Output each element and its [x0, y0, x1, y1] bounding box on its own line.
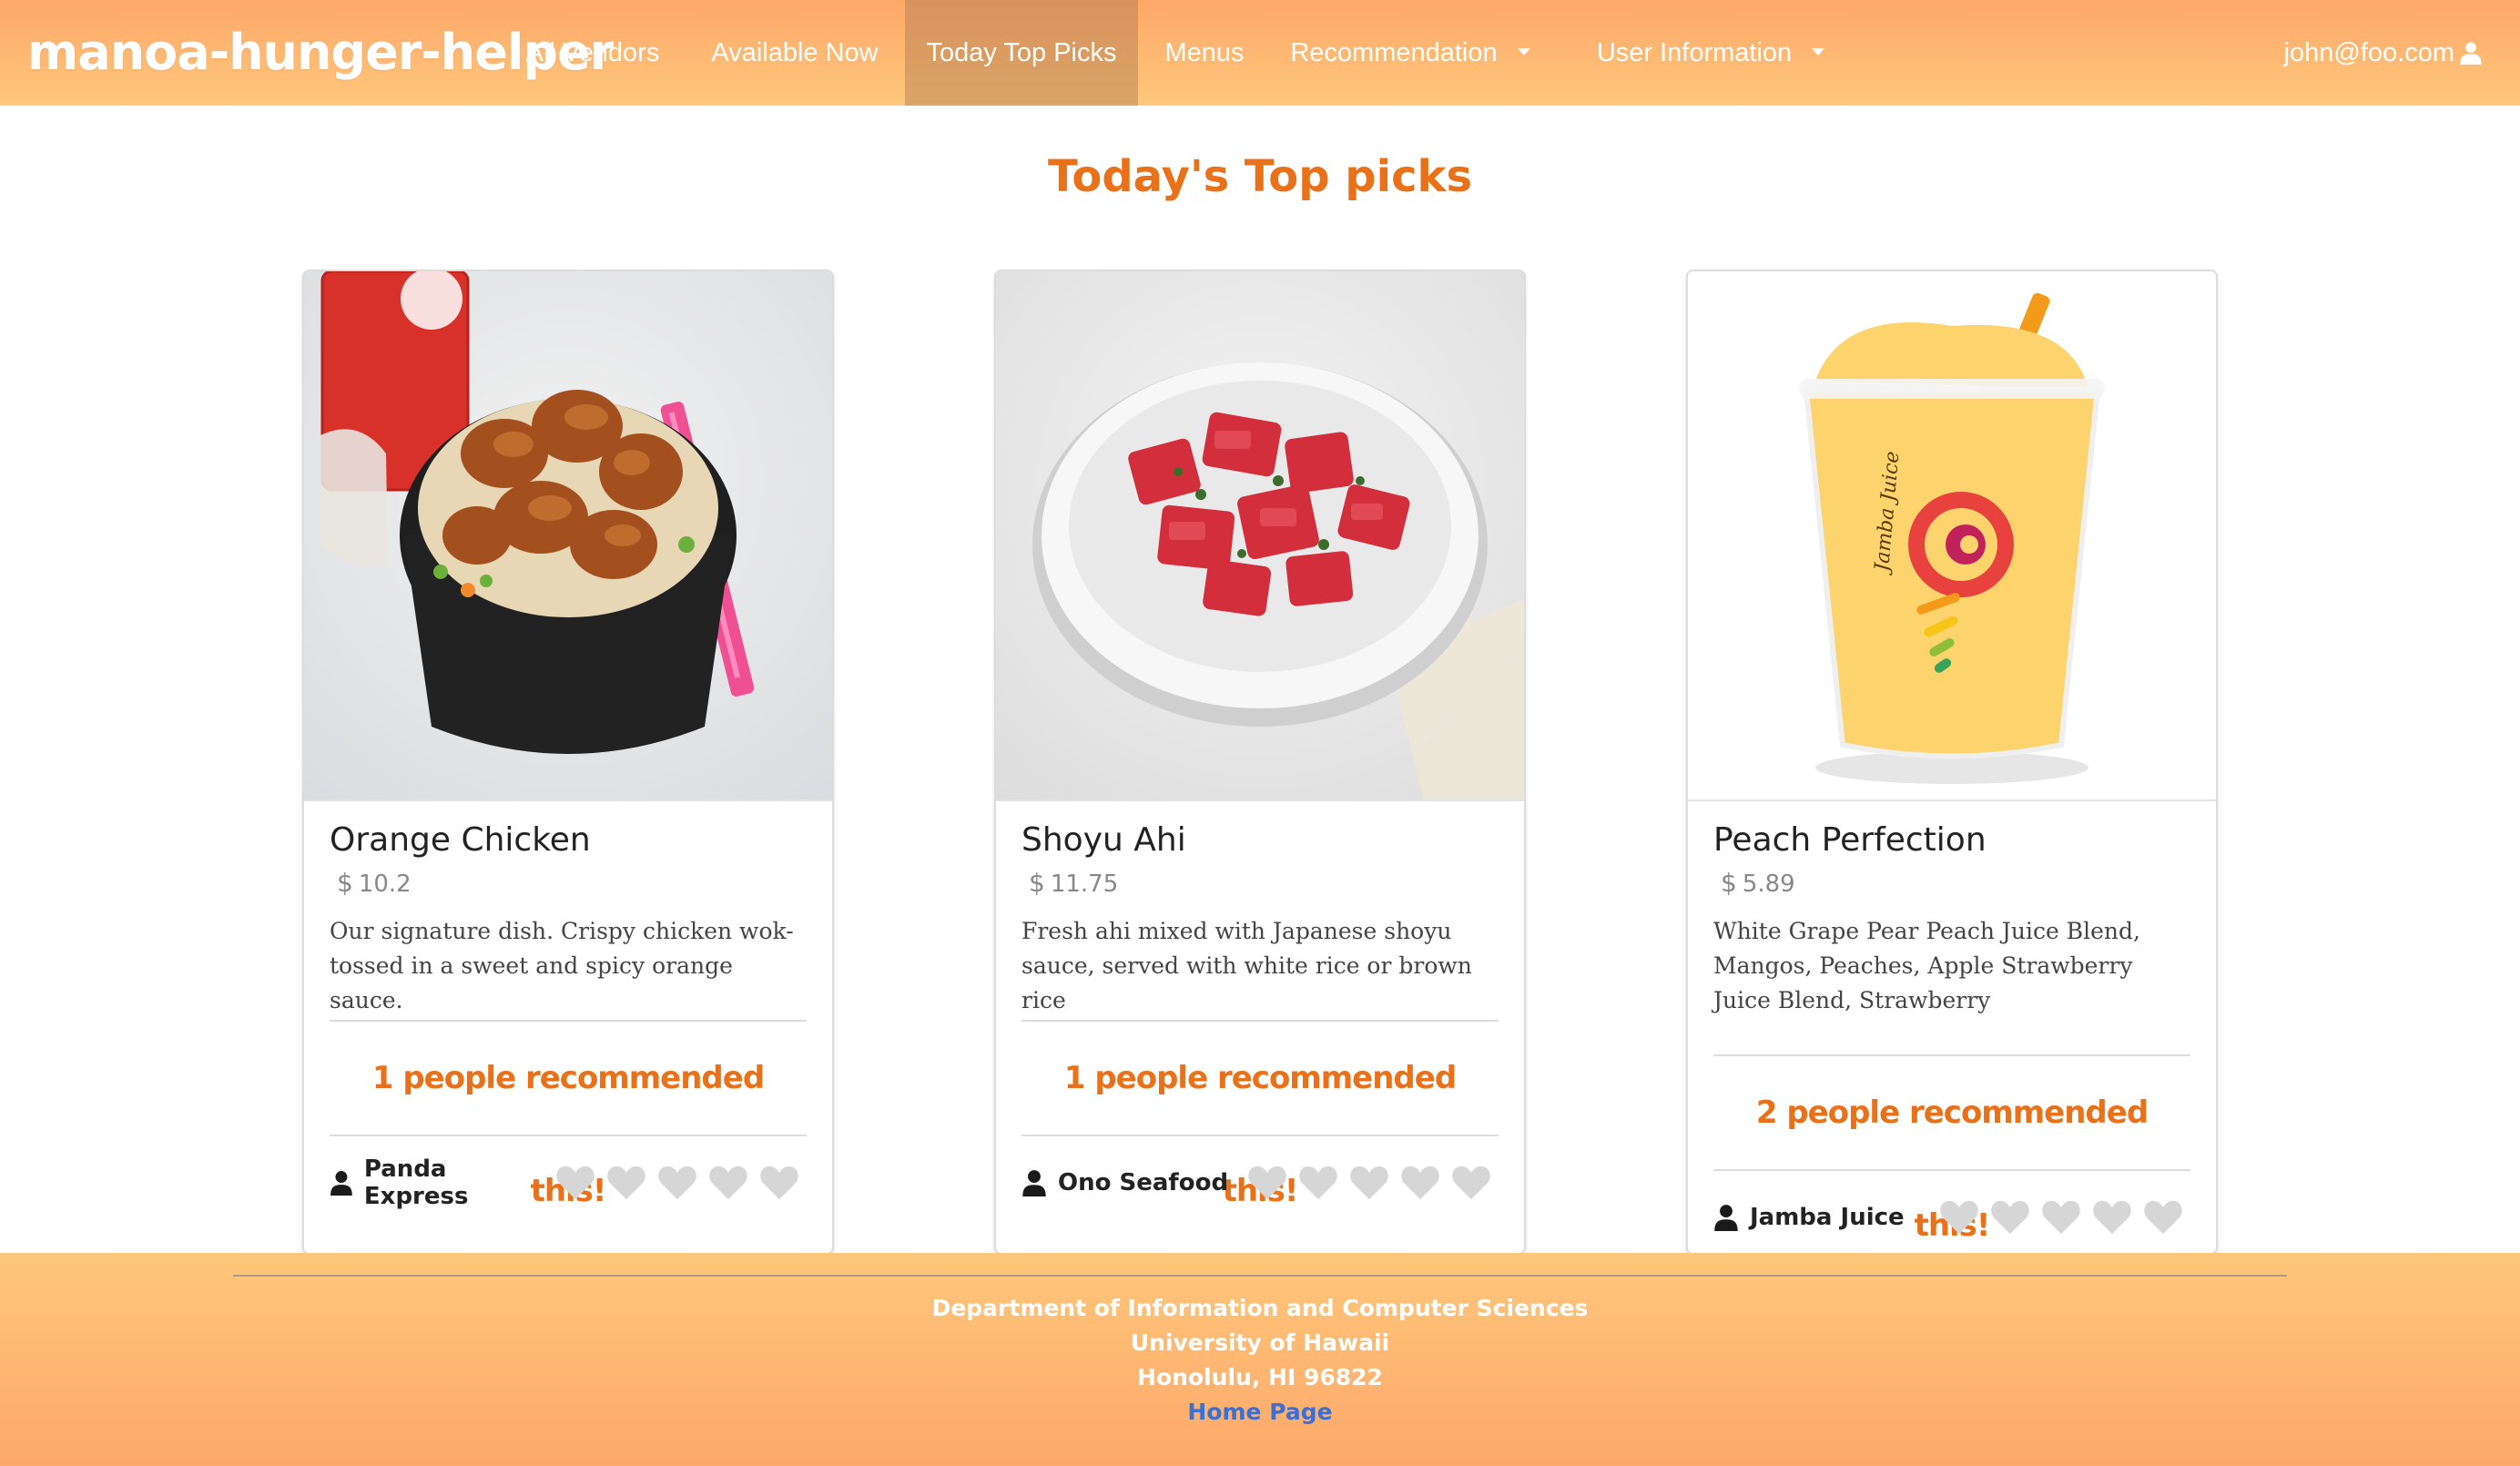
heart-icon[interactable] [1349, 1165, 1389, 1201]
heart-icon[interactable] [555, 1165, 595, 1201]
heart-icon[interactable] [1298, 1165, 1338, 1201]
card-title: Peach Perfection [1713, 821, 1987, 859]
heart-icon[interactable] [1939, 1199, 1979, 1236]
card-price: $11.75 [1029, 868, 1499, 898]
heart-icon[interactable] [1451, 1165, 1491, 1201]
caret-down-icon [1517, 48, 1530, 56]
nav-user-information-dropdown[interactable]: User Information [1579, 0, 1843, 106]
heart-icon[interactable] [2143, 1199, 2183, 1236]
footer-university: University of Hawaii [1130, 1329, 1390, 1356]
food-image-orange-chicken [304, 271, 832, 801]
vendor-name: Jamba Juice [1750, 1204, 1905, 1231]
dollar-icon: $ [1029, 868, 1045, 898]
footer-department: Department of Information and Computer S… [931, 1295, 1589, 1321]
caret-down-icon [1812, 48, 1825, 56]
nav-recommendation-dropdown[interactable]: Recommendation [1285, 0, 1535, 106]
heart-rating [1928, 1199, 2183, 1236]
dollar-icon: $ [1721, 868, 1737, 898]
vendor-info: Jamba Juice [1713, 1204, 1905, 1231]
nav-recommendation-label: Recommendation [1290, 38, 1498, 67]
food-image-shoyu-ahi [996, 271, 1524, 801]
price-value: 5.89 [1742, 870, 1795, 898]
vendor-name: Ono Seafood [1058, 1169, 1229, 1196]
heart-icon[interactable] [657, 1165, 697, 1201]
user-icon [1714, 1205, 1738, 1231]
footer-address: Honolulu, HI 96822 [1137, 1364, 1383, 1390]
page-title: Today's Top picks [1047, 151, 1473, 202]
card-price: $10.2 [337, 868, 807, 898]
footer: Department of Information and Computer S… [0, 1253, 2520, 1466]
navbar: manoa-hunger-helper All Vendors Availabl… [0, 0, 2520, 106]
dollar-icon: $ [337, 868, 353, 898]
food-image-peach-perfection: Jamba Juice [1688, 271, 2216, 801]
vendor-info: Panda Express [330, 1155, 544, 1210]
price-value: 10.2 [358, 870, 412, 898]
card-title: Orange Chicken [330, 821, 591, 859]
heart-icon[interactable] [606, 1165, 646, 1201]
heart-icon[interactable] [1247, 1165, 1287, 1201]
heart-icon[interactable] [1400, 1165, 1440, 1201]
card-description: White Grape Pear Peach Juice Blend, Mang… [1713, 918, 2140, 1013]
heart-icon[interactable] [2041, 1199, 2081, 1236]
card-description: Our signature dish. Crispy chicken wok-t… [330, 918, 794, 1013]
heart-rating [544, 1165, 799, 1201]
nav-user-information-label: User Information [1596, 38, 1793, 67]
vendor-name: Panda Express [363, 1155, 469, 1210]
user-email: john@foo.com [2283, 38, 2454, 67]
nav-today-top-picks[interactable]: Today Top Picks [905, 0, 1138, 106]
recommend-count: 1 people recommended this! [1063, 1060, 1457, 1209]
heart-icon[interactable] [708, 1165, 748, 1201]
nav-available-now[interactable]: Available Now [697, 0, 892, 106]
recommend-count: 2 people recommended this! [1755, 1094, 2149, 1244]
user-icon [1022, 1170, 1046, 1196]
user-icon [330, 1171, 352, 1196]
food-card: Jamba Juice Peach Perfection $5.89 White… [1686, 270, 2218, 1255]
price-value: 11.75 [1050, 870, 1119, 898]
food-card: Shoyu Ahi $11.75 Fresh ahi mixed with Ja… [994, 270, 1526, 1255]
card-title: Shoyu Ahi [1021, 821, 1186, 859]
footer-divider [233, 1275, 2287, 1277]
heart-icon[interactable] [759, 1165, 799, 1201]
nav-all-vendors[interactable]: All Vendors [508, 0, 677, 106]
heart-icon[interactable] [1990, 1199, 2030, 1236]
card-price: $5.89 [1721, 868, 2190, 898]
home-page-link[interactable]: Home Page [1187, 1399, 1332, 1425]
recommend-count: 1 people recommended this! [371, 1060, 765, 1209]
heart-rating [1236, 1165, 1491, 1201]
heart-icon[interactable] [2092, 1199, 2132, 1236]
food-card: Orange Chicken $10.2 Our signature dish.… [302, 270, 834, 1255]
user-menu[interactable]: john@foo.com [2284, 0, 2484, 106]
nav-menus[interactable]: Menus [1149, 0, 1260, 106]
card-description: Fresh ahi mixed with Japanese shoyu sauc… [1021, 918, 1472, 1013]
vendor-info: Ono Seafood [1021, 1169, 1228, 1196]
user-icon [2460, 42, 2482, 65]
